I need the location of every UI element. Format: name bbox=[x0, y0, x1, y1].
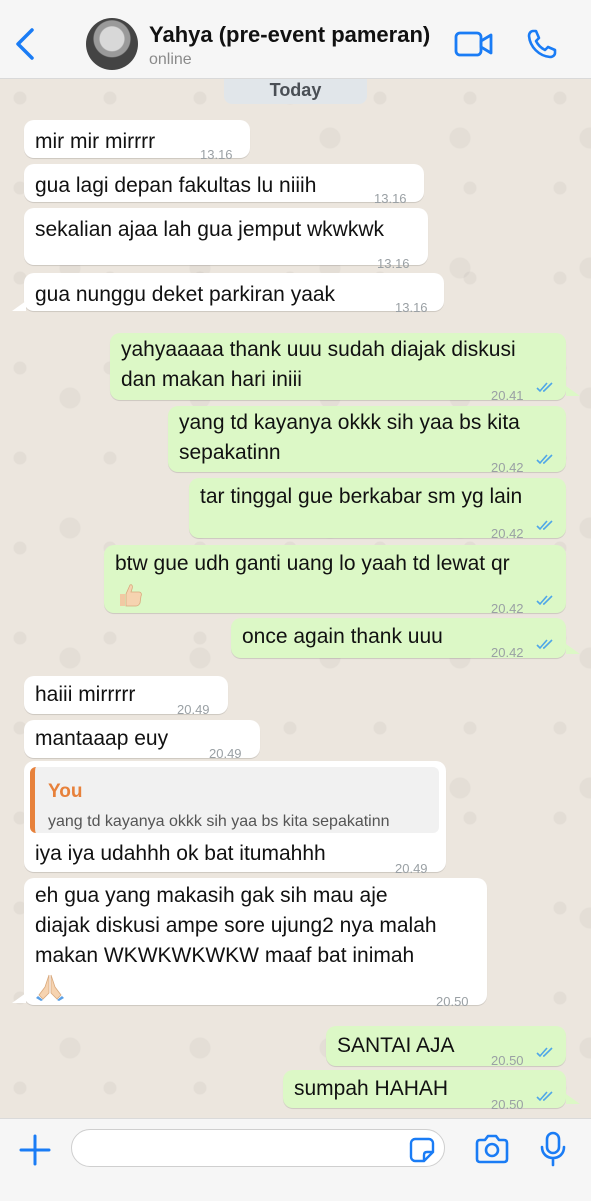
message-bubble-outgoing[interactable]: tar tinggal gue berkabar sm yg lain 20.4… bbox=[189, 478, 566, 541]
message-text: gua nunggu deket parkiran yaak bbox=[35, 283, 336, 306]
message-bubble-outgoing[interactable]: btw gue udh ganti uang lo yaah td lewat … bbox=[104, 545, 566, 616]
message-bubble-outgoing[interactable]: SANTAI AJA 20.50 bbox=[326, 1026, 566, 1068]
voice-call-icon[interactable] bbox=[526, 28, 558, 60]
folded-hands-icon bbox=[36, 974, 64, 1001]
message-bubble-outgoing[interactable]: once again thank uuu 20.42 bbox=[231, 618, 566, 660]
read-ticks-icon bbox=[536, 454, 553, 465]
chat-header: Yahya (pre-event pameran) online bbox=[0, 0, 591, 79]
sticker-icon[interactable] bbox=[409, 1137, 435, 1163]
quoted-text: yang td kayanya okkk sih yaa bs kita sep… bbox=[48, 813, 390, 830]
message-bubble-incoming[interactable]: sekalian ajaa lah gua jemput wkwkwk 13.1… bbox=[24, 208, 428, 271]
message-time: 20.50 bbox=[491, 1097, 524, 1112]
composer-bar bbox=[0, 1118, 591, 1201]
read-ticks-icon bbox=[536, 520, 553, 531]
message-time: 13.16 bbox=[395, 300, 428, 315]
message-text: yahyaaaaa thank uuu sudah diajak diskusi… bbox=[121, 338, 516, 391]
date-separator: Today bbox=[224, 78, 367, 104]
read-ticks-icon bbox=[536, 1047, 553, 1058]
message-input[interactable] bbox=[71, 1129, 445, 1167]
thumbs-up-icon bbox=[120, 584, 142, 607]
attach-plus-icon[interactable] bbox=[18, 1133, 52, 1167]
message-bubble-incoming[interactable]: haiii mirrrrr 20.49 bbox=[24, 676, 228, 717]
camera-icon[interactable] bbox=[474, 1134, 510, 1164]
quoted-message[interactable]: You yang td kayanya okkk sih yaa bs kita… bbox=[30, 767, 439, 833]
read-ticks-icon bbox=[536, 382, 553, 393]
message-text: mantaaap euy bbox=[35, 727, 169, 750]
message-bubble-incoming[interactable]: mir mir mirrrr 13.16 bbox=[24, 120, 250, 162]
contact-status: online bbox=[149, 51, 192, 68]
message-time: 20.42 bbox=[491, 645, 524, 660]
message-text: sekalian ajaa lah gua jemput wkwkwk bbox=[35, 218, 385, 241]
read-ticks-icon bbox=[536, 639, 553, 650]
message-bubble-outgoing[interactable]: sumpah HAHAH 20.50 bbox=[283, 1070, 566, 1112]
message-text: iya iya udahhh ok bat itumahhh bbox=[35, 842, 326, 865]
message-text: tar tinggal gue berkabar sm yg lain bbox=[200, 485, 523, 508]
message-bubble-outgoing[interactable]: yang td kayanya okkk sih yaa bs kita sep… bbox=[168, 406, 566, 475]
message-text: once again thank uuu bbox=[242, 625, 443, 648]
message-bubble-incoming[interactable]: gua lagi depan fakultas lu niiih 13.16 bbox=[24, 164, 424, 206]
bubble-tail bbox=[566, 1094, 580, 1104]
bubble-tail bbox=[12, 993, 26, 1003]
message-bubble-outgoing[interactable]: yahyaaaaa thank uuu sudah diajak diskusi… bbox=[110, 333, 566, 403]
microphone-icon[interactable] bbox=[540, 1131, 566, 1167]
message-text: sumpah HAHAH bbox=[294, 1077, 449, 1100]
read-ticks-icon bbox=[536, 1091, 553, 1102]
quoted-sender: You bbox=[48, 781, 83, 802]
message-text: gua lagi depan fakultas lu niiih bbox=[35, 174, 317, 197]
message-text: haiii mirrrrr bbox=[35, 683, 136, 706]
message-bubble-incoming[interactable]: mantaaap euy 20.49 bbox=[24, 720, 260, 761]
video-call-icon[interactable] bbox=[454, 30, 494, 58]
message-text: SANTAI AJA bbox=[337, 1034, 455, 1057]
message-time: 20.50 bbox=[436, 994, 469, 1009]
message-bubble-incoming[interactable]: eh gua yang makasih gak sih mau aje diaj… bbox=[24, 878, 487, 1009]
message-bubble-incoming[interactable]: gua nunggu deket parkiran yaak 13.16 bbox=[24, 273, 444, 315]
bubble-tail bbox=[566, 644, 580, 654]
contact-name[interactable]: Yahya (pre-event pameran) bbox=[149, 22, 430, 48]
bubble-tail bbox=[12, 301, 26, 311]
contact-avatar[interactable] bbox=[86, 18, 138, 70]
message-text: yang td kayanya okkk sih yaa bs kita sep… bbox=[179, 411, 520, 464]
bubble-tail bbox=[566, 386, 580, 396]
message-text: eh gua yang makasih gak sih mau aje diaj… bbox=[35, 884, 437, 967]
read-ticks-icon bbox=[536, 595, 553, 606]
message-text: btw gue udh ganti uang lo yaah td lewat … bbox=[115, 552, 510, 575]
back-chevron-icon[interactable] bbox=[12, 26, 42, 62]
message-text: mir mir mirrrr bbox=[35, 130, 156, 153]
message-bubble-incoming-reply[interactable]: You yang td kayanya okkk sih yaa bs kita… bbox=[24, 761, 446, 876]
